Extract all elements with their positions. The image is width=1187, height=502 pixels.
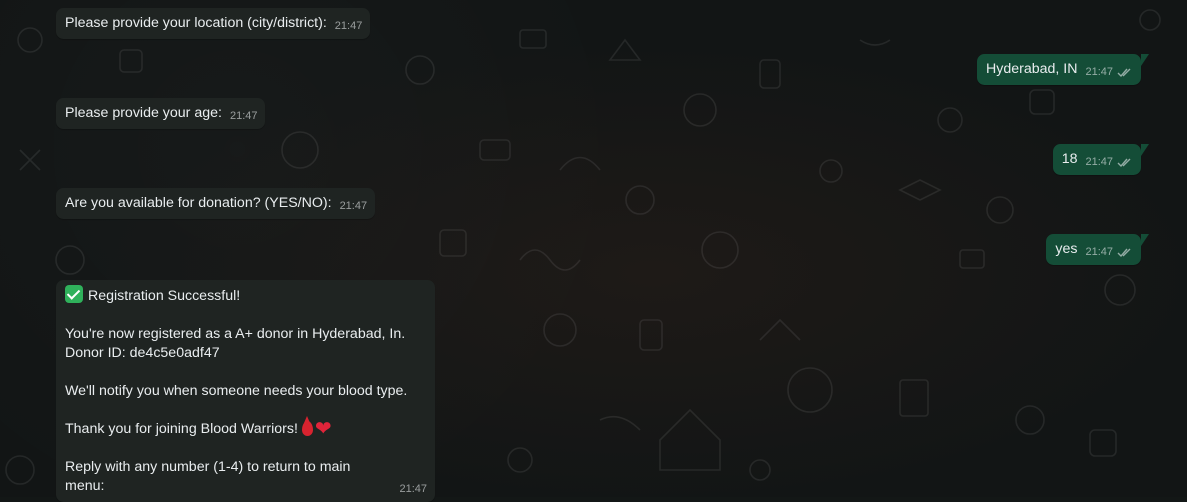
registration-title: Registration Successful! bbox=[88, 288, 241, 304]
message-text: Please provide your location (city/distr… bbox=[65, 15, 327, 31]
message-text: yes bbox=[1055, 241, 1078, 257]
notify-line: We'll notify you when someone needs your… bbox=[65, 383, 408, 399]
message-timestamp: 21:47 bbox=[399, 483, 427, 495]
incoming-message: Are you available for donation? (YES/NO)… bbox=[56, 188, 376, 219]
message-text: Hyderabad, IN bbox=[985, 61, 1078, 77]
incoming-message: Please provide your location (city/distr… bbox=[56, 8, 371, 39]
message-timestamp: 21:47 bbox=[229, 110, 258, 122]
message-timestamp: 21:47 bbox=[1085, 156, 1113, 168]
registration-confirmation-message: Registration Successful! You're now regi… bbox=[56, 280, 435, 502]
thanks-line-wrapper: Thank you for joining Blood Warriors! ❤ bbox=[65, 416, 427, 440]
message-text: Are you available for donation? (YES/NO)… bbox=[65, 195, 332, 211]
message-timestamp: 21:47 bbox=[1085, 66, 1113, 78]
incoming-message: Please provide your age: 21:47 bbox=[56, 98, 266, 129]
message-meta: 21:47 bbox=[1085, 153, 1133, 172]
registered-line: You're now registered as a A+ donor in H… bbox=[65, 326, 406, 342]
check-mark-icon bbox=[65, 285, 83, 303]
outgoing-message: Hyderabad, IN 21:47 bbox=[976, 54, 1150, 85]
message-timestamp: 21:47 bbox=[334, 20, 363, 32]
message-time: 21:47 bbox=[230, 107, 258, 126]
outgoing-message: yes 21:47 bbox=[1046, 234, 1149, 265]
thanks-line: Thank you for joining Blood Warriors! bbox=[65, 421, 298, 437]
double-check-icon bbox=[1117, 158, 1131, 168]
registration-title-line: Registration Successful! bbox=[65, 285, 427, 306]
double-check-icon bbox=[1117, 248, 1131, 258]
message-text: 18 bbox=[1061, 151, 1078, 167]
message-timestamp: 21:47 bbox=[339, 200, 368, 212]
message-meta: 21:47 bbox=[1085, 63, 1133, 82]
message-time: 21:47 bbox=[399, 480, 427, 499]
message-time: 21:47 bbox=[340, 197, 368, 216]
line-spacer bbox=[65, 306, 427, 325]
message-text: Please provide your age: bbox=[65, 105, 222, 121]
reply-line: Reply with any number (1-4) to return to… bbox=[65, 459, 351, 494]
line-spacer bbox=[65, 439, 427, 458]
reply-line-wrapper: Reply with any number (1-4) to return to… bbox=[65, 458, 427, 496]
message-time: 21:47 bbox=[335, 17, 363, 36]
message-timestamp: 21:47 bbox=[1085, 246, 1113, 258]
message-meta: 21:47 bbox=[1085, 243, 1133, 262]
donor-id-line: Donor ID: de4c5e0adf47 bbox=[65, 345, 220, 361]
blood-drop-icon bbox=[301, 416, 313, 436]
double-check-icon bbox=[1117, 68, 1131, 78]
line-spacer bbox=[65, 401, 427, 420]
red-heart-icon: ❤ bbox=[314, 418, 332, 440]
line-spacer bbox=[65, 363, 427, 382]
outgoing-message: 18 21:47 bbox=[1052, 144, 1150, 175]
